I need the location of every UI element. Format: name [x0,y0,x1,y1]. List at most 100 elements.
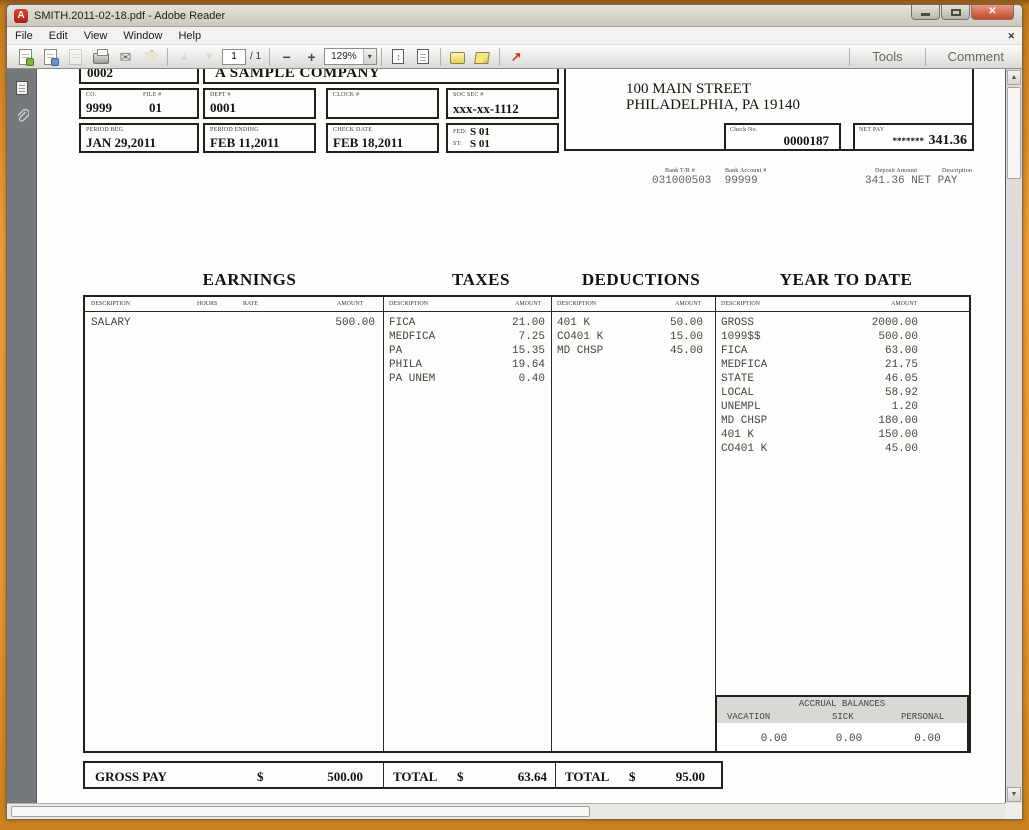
share-button[interactable] [138,46,163,67]
column-divider [551,297,552,751]
ytd-col-description: DESCRIPTION [721,301,760,307]
gross-pay-value: 500.00 [285,769,363,785]
deduction-total-value: 95.00 [643,769,705,785]
vertical-scrollbar-thumb[interactable] [1007,87,1021,179]
ssn-label: SOC SEC # [453,92,483,98]
ytd-row-name: LOCAL [721,387,754,399]
single-page-mode-button[interactable] [411,46,436,67]
filing-status-box: FED: S 01 ST: S 01 [446,123,559,153]
company-name: A SAMPLE COMPANY [215,69,380,82]
column-divider [715,297,716,751]
tax-total-currency: $ [457,769,464,785]
column-divider [383,297,384,751]
earnings-col-amount: AMOUNT [337,301,363,307]
horizontal-scrollbar[interactable] [7,803,1005,819]
deductions-col-description: DESCRIPTION [557,301,596,307]
zoom-in-button[interactable]: + [299,46,324,67]
open-file-button[interactable] [13,46,38,67]
attachments-button[interactable] [13,107,31,125]
net-pay-label: NET PAY [859,127,884,133]
save-disabled-button [63,46,88,67]
co-file-box: CO. 9999 FILE # 01 [79,88,199,119]
zoom-out-button[interactable]: − [274,46,299,67]
vertical-scrollbar[interactable]: ▲ ▼ [1005,69,1022,803]
address-line-2: PHILADELPHIA, PA 19140 [626,97,800,114]
scrolling-mode-icon: ↕ [392,49,404,64]
menubar-close-icon[interactable]: ✕ [1007,27,1015,45]
dept-value: 0001 [210,100,236,116]
highlight-text-button[interactable] [470,46,495,67]
st-value: S 01 [470,138,490,150]
scrolling-mode-button[interactable]: ↕ [386,46,411,67]
earnings-row-amount: 500.00 [285,317,375,329]
send-file-button[interactable]: ↗ [504,46,529,67]
print-button[interactable] [88,46,113,67]
minimize-button[interactable] [911,5,940,20]
header-underline [85,311,969,312]
deduction-row-name: 401 K [557,317,590,329]
highlight-text-icon [474,52,490,64]
page-number-input[interactable] [222,49,246,65]
gross-pay-currency: $ [257,769,264,785]
dept-box: DEPT # 0001 [203,88,316,119]
scroll-up-button[interactable]: ▲ [1007,70,1021,85]
toolbar-separator [167,48,168,66]
period-end-value: FEB 11,2011 [210,135,279,151]
pdf-page[interactable]: 0002 A SAMPLE COMPANY CO. 9999 FILE # 01… [37,69,1005,803]
check-date-label: CHECK DATE [333,127,372,133]
email-button[interactable]: ✉ [113,46,138,67]
ytd-row-amount: 1.20 [835,401,918,413]
clipped-company-box: A SAMPLE COMPANY [203,69,559,84]
ytd-row-amount: 2000.00 [835,317,918,329]
close-button[interactable]: ✕ [971,5,1014,20]
scroll-down-button[interactable]: ▼ [1007,787,1021,802]
st-label: ST: [453,141,462,147]
bank-account-label: Bank Account # [725,168,766,174]
tax-row-amount: 15.35 [479,345,545,357]
adobe-reader-app-icon: A [14,9,28,23]
sticky-note-icon [450,52,465,64]
tax-total-label: TOTAL [393,769,437,785]
tax-row-amount: 7.25 [479,331,545,343]
check-date-value: FEB 18,2011 [333,135,403,151]
check-number-value: 0000187 [784,133,830,149]
accrual-col-personal: PERSONAL [901,712,944,722]
sticky-note-button[interactable] [445,46,470,67]
bank-tr-label: Bank T/R # [665,168,695,174]
net-pay-amount: 341.36 [929,133,968,149]
page-thumbnails-button[interactable] [13,79,31,97]
zoom-dropdown-icon[interactable]: ▾ [363,49,376,64]
maximize-button[interactable] [941,5,970,20]
period-beg-label: PERIOD BEG. [86,127,125,133]
ytd-row-name: STATE [721,373,754,385]
scroll-up-icon: ▲ [1011,74,1018,81]
deduction-row-name: CO401 K [557,331,603,343]
taxes-col-description: DESCRIPTION [389,301,428,307]
title-bar[interactable]: A SMITH.2011-02-18.pdf - Adobe Reader ✕ [7,5,1022,27]
accrual-vacation-value: 0.00 [739,733,809,745]
net-pay-mask: ******* [893,136,925,146]
description-label: Description [942,168,972,174]
menu-file[interactable]: File [7,27,41,45]
menu-window[interactable]: Window [115,27,170,45]
comment-button[interactable]: Comment [930,45,1022,68]
page-thumbnails-icon [16,81,28,95]
earnings-col-rate: RATE [243,301,258,307]
clipped-emp-box: 0002 [79,69,199,84]
accrual-title: ACCRUAL BALANCES [717,699,967,709]
zoom-level-select[interactable]: 129% ▾ [324,48,377,65]
horizontal-scrollbar-thumb[interactable] [11,806,590,817]
deductions-col-amount: AMOUNT [675,301,701,307]
save-file-button[interactable] [38,46,63,67]
ytd-row-amount: 46.05 [835,373,918,385]
menu-help[interactable]: Help [170,27,209,45]
menu-view[interactable]: View [76,27,116,45]
tools-button[interactable]: Tools [854,45,920,68]
period-end-label: PERIOD ENDING [210,127,259,133]
menu-edit[interactable]: Edit [41,27,76,45]
ytd-row-name: CO401 K [721,443,767,455]
bank-tr-account-values: 031000503 99999 [652,175,758,187]
toolbar: ✉ ▲ ▼ / 1 − + 129% ▾ ↕ ↗ Tools Comment [7,45,1022,69]
earnings-col-hours: HOURS [197,301,217,307]
next-page-icon: ▼ [204,51,215,63]
